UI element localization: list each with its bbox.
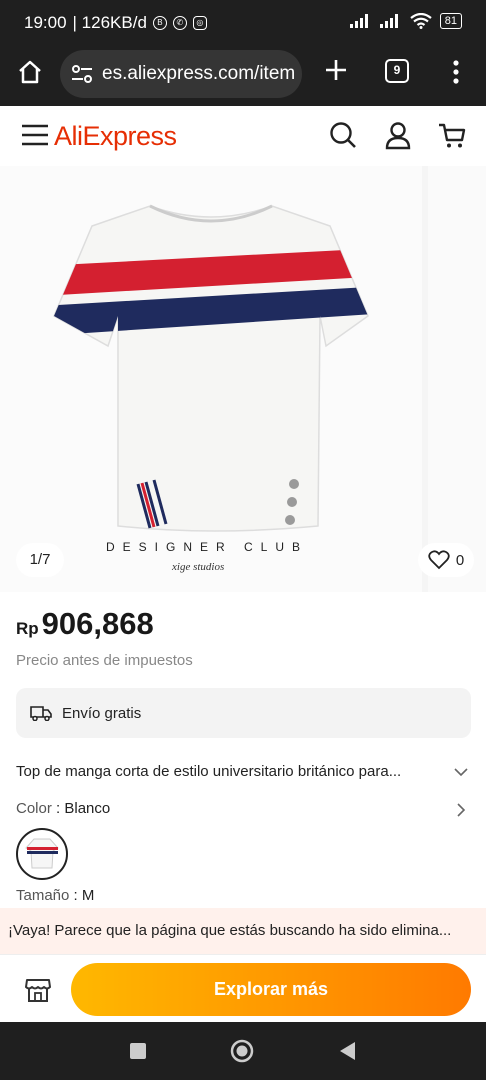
aliexpress-logo[interactable]: AliExpress: [54, 121, 177, 152]
home-nav-icon[interactable]: [230, 1039, 254, 1063]
signal-2-icon: [379, 14, 398, 28]
app-header: AliExpress: [0, 106, 486, 166]
size-value: : M: [73, 887, 95, 904]
product-image[interactable]: DESIGNER CLUB xige studios: [0, 166, 422, 592]
bottom-action-bar: Explorar más: [0, 954, 486, 1022]
search-icon[interactable]: [328, 120, 358, 150]
account-icon[interactable]: [383, 120, 413, 150]
recents-icon[interactable]: [129, 1042, 147, 1060]
brand-text: DESIGNER CLUB: [106, 540, 309, 554]
wishlist-button[interactable]: 0: [418, 543, 474, 577]
price-currency: Rp: [16, 619, 39, 638]
wifi-icon: [410, 13, 432, 29]
menu-icon[interactable]: [22, 124, 48, 146]
color-value: : Blanco: [56, 800, 111, 817]
notice-text: ¡Vaya! Parece que la página que estás bu…: [8, 922, 452, 939]
back-icon[interactable]: [338, 1041, 356, 1061]
color-label: Color: [16, 800, 52, 817]
shipping-text: Envío gratis: [62, 704, 142, 722]
next-image-peek[interactable]: [428, 166, 486, 592]
truck-icon: [30, 706, 52, 721]
color-swatch-white[interactable]: [16, 828, 68, 880]
address-bar[interactable]: es.aliexpress.com/item: [60, 50, 302, 98]
battery-level: 81: [439, 13, 462, 29]
size-row[interactable]: Tamaño : M: [16, 887, 94, 904]
tshirt-image: [53, 204, 369, 532]
whatsapp-icon: ✆: [172, 16, 187, 30]
heart-icon: [428, 550, 450, 570]
status-time: 19:00: [24, 13, 67, 32]
instagram-icon: ◎: [192, 16, 207, 30]
system-navigation-bar: [0, 1022, 486, 1080]
cart-icon[interactable]: [437, 120, 467, 150]
product-gallery[interactable]: DESIGNER CLUB xige studios 1/7 0: [0, 166, 486, 592]
image-pager: 1/7: [16, 543, 64, 577]
chevron-right-icon[interactable]: [454, 803, 468, 817]
tab-switcher-button[interactable]: 9: [385, 59, 409, 83]
color-selector-row[interactable]: Color : Blanco: [16, 800, 110, 817]
swatch-thumbnail: [25, 838, 59, 869]
size-label: Tamaño: [16, 887, 70, 904]
new-tab-icon[interactable]: [322, 56, 350, 84]
browser-toolbar: es.aliexpress.com/item 9: [0, 46, 486, 106]
wishlist-count: 0: [455, 551, 465, 569]
removed-page-notice: ¡Vaya! Parece que la página que estás bu…: [0, 908, 486, 954]
product-price: Rp 906,868: [16, 606, 154, 642]
signal-icon: [349, 14, 368, 28]
site-settings-icon[interactable]: [70, 64, 94, 84]
url-text: es.aliexpress.com/item: [102, 63, 296, 84]
price-amount: 906,868: [41, 606, 154, 641]
product-title: Top de manga corta de estilo universitar…: [16, 762, 402, 780]
product-title-row[interactable]: Top de manga corta de estilo universitar…: [16, 762, 471, 780]
shipping-box[interactable]: Envío gratis: [16, 688, 471, 738]
explore-more-button[interactable]: Explorar más: [71, 963, 471, 1016]
brand-subtext: xige studios: [172, 561, 225, 573]
home-icon[interactable]: [16, 58, 44, 86]
more-menu-icon[interactable]: [446, 58, 466, 86]
store-icon[interactable]: [24, 977, 52, 1003]
status-speed: | 126KB/d: [72, 13, 147, 32]
chevron-down-icon[interactable]: [454, 765, 468, 779]
status-bar: 19:00 | 126KB/d B ✆ ◎ 81: [0, 0, 486, 46]
notification-b-icon: B: [152, 16, 167, 30]
pretax-note: Precio antes de impuestos: [16, 652, 193, 669]
